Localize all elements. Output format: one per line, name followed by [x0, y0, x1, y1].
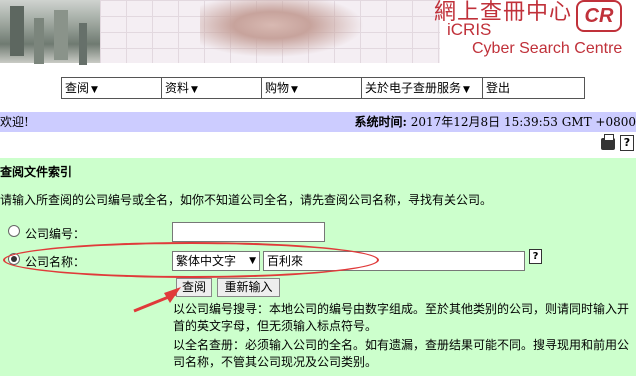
cr-logo[interactable]: CR — [576, 0, 622, 32]
system-time: 系统时间: 2017年12月8日 15:39:53 GMT +0800 — [354, 112, 636, 132]
intro-text: 请输入所查阅的公司编号或全名，如你不知道公司全名，请先查阅公司名称，寻找有关公司… — [0, 193, 493, 207]
tool-row: ? — [0, 132, 636, 158]
banner-brand-short: iCRIS — [447, 20, 492, 39]
company-number-input[interactable] — [172, 222, 325, 242]
reset-button[interactable]: 重新输入 — [217, 278, 280, 297]
menu-item-label: 查阅 — [65, 81, 90, 95]
menu-item-label: 购物 — [265, 81, 290, 95]
menu-item-info[interactable]: 资料 ▼ — [162, 78, 262, 98]
chevron-down-icon: ▼ — [91, 85, 98, 95]
system-time-label: 系统时间: — [354, 115, 407, 129]
company-name-note: 以全名查册：必须输入公司的全名。如有遗漏，查册结果可能不同。搜寻现用和前用公司名… — [173, 338, 630, 369]
menu-item-label: 资料 — [165, 81, 190, 95]
menu-item-search[interactable]: 查阅 ▼ — [62, 78, 162, 98]
system-time-value: 2017年12月8日 15:39:53 GMT +0800 — [410, 115, 636, 129]
welcome-bar: 欢迎! 系统时间: 2017年12月8日 15:39:53 GMT +0800 — [0, 112, 636, 132]
menu-item-logout[interactable]: 登出 — [483, 78, 584, 98]
menu-item-label: 登出 — [486, 81, 511, 95]
banner-brand-full: Cyber Search Centre — [472, 40, 623, 57]
company-number-note: 以公司编号搜寻：本地公司的编号由数字组成。至於其他类别的公司，则请同时输入开首的… — [173, 302, 630, 333]
company-number-radio[interactable] — [8, 225, 20, 237]
banner-photo — [0, 0, 100, 63]
page-title: 查阅文件索引 — [0, 165, 73, 179]
help-icon[interactable]: ? — [529, 249, 542, 264]
main-menu: 查阅 ▼ 资料 ▼ 购物 ▼ 关於电子查册服务 ▼ 登出 — [61, 77, 585, 99]
menu-item-about[interactable]: 关於电子查册服务 ▼ — [362, 78, 483, 98]
site-banner: 網上查冊中心 iCRIS Cyber Search Centre CR — [0, 0, 636, 65]
menu-item-shopping[interactable]: 购物 ▼ — [262, 78, 362, 98]
menu-item-label: 关於电子查册服务 — [365, 81, 462, 95]
chevron-down-icon: ▼ — [291, 85, 298, 95]
chevron-down-icon: ▼ — [191, 85, 198, 95]
help-icon[interactable]: ? — [620, 135, 634, 151]
banner-figure — [200, 0, 380, 63]
welcome-text: 欢迎! — [0, 115, 29, 129]
annotation-oval — [3, 242, 379, 278]
print-icon[interactable] — [601, 134, 615, 150]
chevron-down-icon: ▼ — [463, 85, 470, 95]
search-button[interactable]: 查阅 — [176, 278, 212, 297]
company-number-label: 公司编号： — [25, 227, 86, 241]
